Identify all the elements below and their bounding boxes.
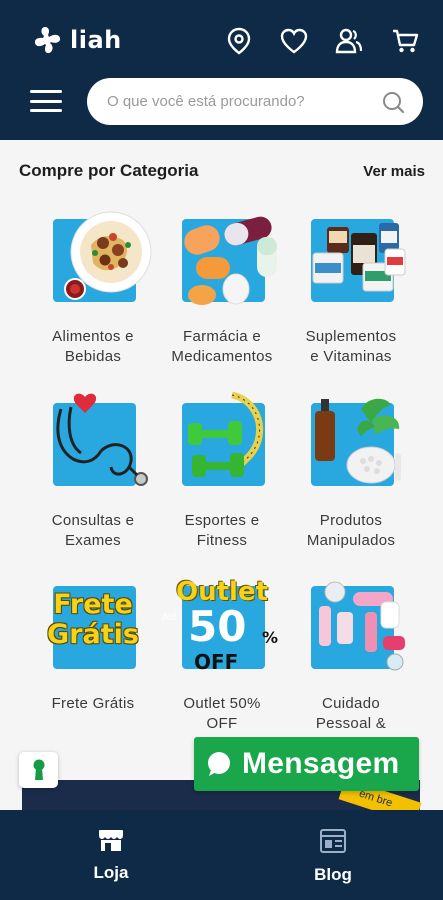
location-icon[interactable]: [224, 26, 254, 56]
nav-item-loja[interactable]: Loja: [61, 828, 161, 883]
nav-label-loja: Loja: [93, 863, 129, 882]
category-label: Esportes e: [184, 512, 260, 529]
outlet-tile-ate: Até: [162, 612, 178, 623]
search-icon[interactable]: [381, 90, 405, 114]
category-label: Exames: [65, 532, 121, 549]
frete-gratis-image: Frete Grátis: [33, 572, 153, 676]
chat-bubble-icon: [208, 752, 230, 776]
chat-button[interactable]: Mensagem: [194, 737, 419, 791]
compounded-products-image: [291, 389, 411, 493]
menu-icon[interactable]: [30, 90, 62, 112]
category-suplementos-vitaminas[interactable]: Suplementos e Vitaminas: [281, 205, 421, 367]
search-bar[interactable]: [87, 78, 423, 125]
outlet-image: Outlet Até 50 % OFF: [162, 572, 282, 676]
cart-icon[interactable]: [390, 26, 420, 56]
bottom-nav: Loja Blog: [0, 810, 443, 900]
category-label: Consultas e: [51, 512, 135, 529]
accessibility-button[interactable]: [19, 752, 58, 788]
personal-care-image: [291, 572, 411, 676]
chat-label: Mensagem: [242, 747, 400, 780]
category-label: Produtos: [319, 512, 383, 529]
category-farmacia-medicamentos[interactable]: Farmácia e Medicamentos: [152, 205, 292, 367]
liah-logo[interactable]: liah: [33, 23, 122, 57]
logo-cross-icon: [34, 27, 61, 54]
logo-text: liah: [70, 26, 122, 54]
user-icon[interactable]: [334, 26, 364, 56]
dumbbells-image: [162, 389, 282, 493]
nav-label-blog: Blog: [314, 865, 352, 884]
category-label: e Vitaminas: [310, 348, 392, 365]
frete-tile-text: Frete: [53, 589, 133, 620]
category-label: Cuidado: [322, 695, 380, 712]
stethoscope-image: [33, 389, 153, 493]
see-more-link[interactable]: Ver mais: [363, 163, 425, 180]
category-label: Bebidas: [64, 348, 122, 365]
category-label: Frete Grátis: [51, 695, 135, 712]
app-header: liah: [0, 0, 443, 140]
category-outlet-50-off[interactable]: Outlet Até 50 % OFF Outlet 50% OFF: [152, 572, 292, 734]
category-label: Medicamentos: [171, 348, 273, 365]
category-label: Suplementos: [305, 328, 397, 345]
category-frete-gratis[interactable]: Frete Grátis Frete Grátis: [23, 572, 163, 714]
category-label: Fitness: [196, 532, 248, 549]
food-image: [33, 205, 153, 309]
category-consultas-exames[interactable]: Consultas e Exames: [23, 389, 163, 551]
heart-icon[interactable]: [279, 26, 309, 56]
gratis-tile-text: Grátis: [47, 619, 139, 650]
blog-icon: [320, 829, 346, 853]
outlet-tile-percent: %: [262, 628, 279, 647]
keyhole-icon: [33, 759, 44, 780]
category-cuidado-pessoal[interactable]: Cuidado Pessoal &: [281, 572, 421, 734]
category-esportes-fitness[interactable]: Esportes e Fitness: [152, 389, 292, 551]
category-label: Outlet 50%: [183, 695, 261, 712]
outlet-tile-off: OFF: [194, 650, 239, 674]
section-title: Compre por Categoria: [19, 161, 199, 180]
search-input[interactable]: [107, 93, 381, 110]
category-label: OFF: [206, 715, 238, 732]
category-produtos-manipulados[interactable]: Produtos Manipulados: [281, 389, 421, 551]
nav-item-blog[interactable]: Blog: [283, 828, 383, 885]
category-label: Farmácia e: [182, 328, 262, 345]
category-alimentos-bebidas[interactable]: Alimentos e Bebidas: [23, 205, 163, 367]
outlet-tile-number: 50: [188, 602, 247, 651]
supplements-image: [291, 205, 411, 309]
category-label: Pessoal &: [315, 715, 387, 732]
store-icon: [99, 830, 123, 851]
category-label: Manipulados: [306, 532, 396, 549]
pills-image: [162, 205, 282, 309]
category-label: Alimentos e: [52, 328, 134, 345]
